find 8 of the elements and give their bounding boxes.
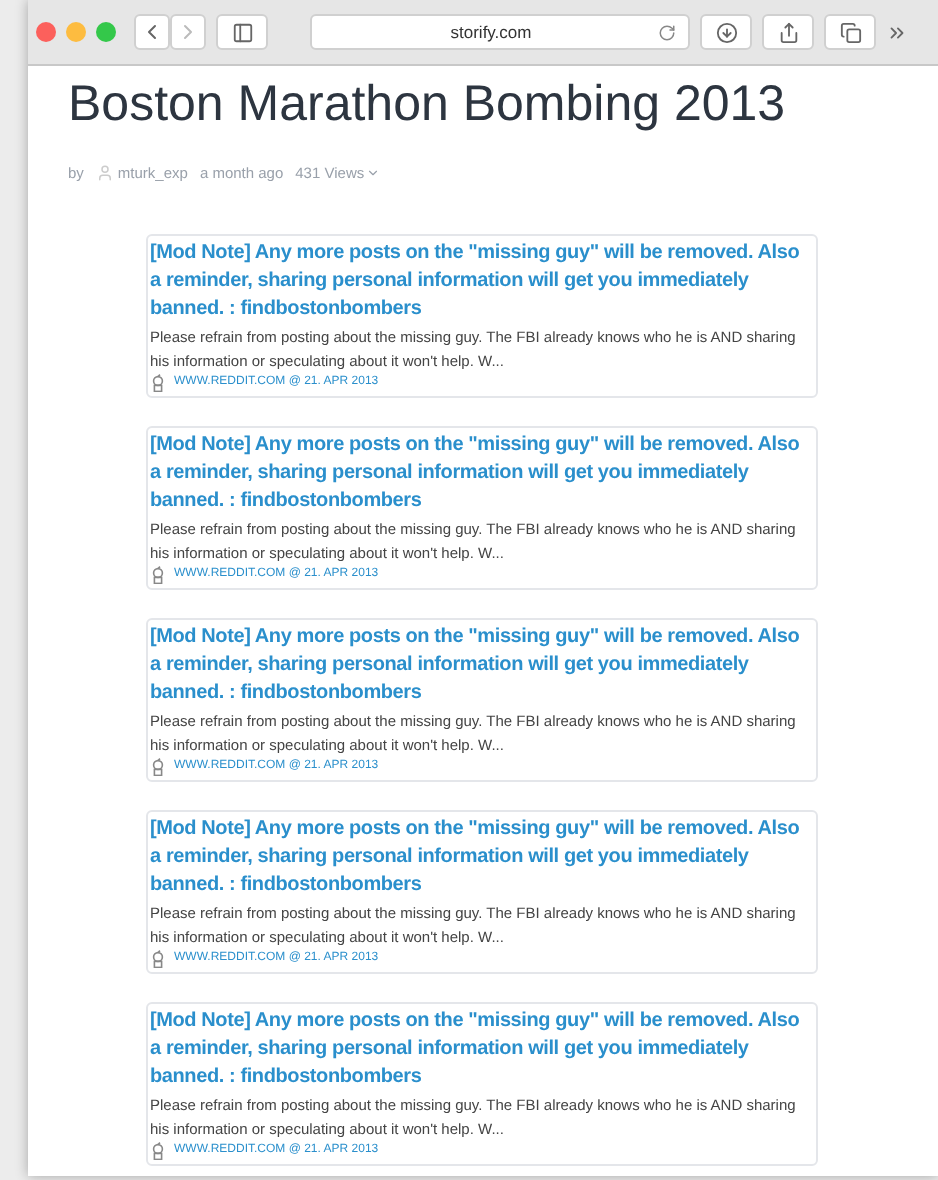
- post-title-link[interactable]: [Mod Note] Any more posts on the "missing guy" will be removed. Also a reminder, sharing personal information will get you immediately banned. : findbostonbombers: [150, 816, 814, 901]
- post-title-link[interactable]: [Mod Note] Any more posts on the "missing guy" will be removed. Also a reminder, sharing personal information will get you immediately banned. : findbostonbombers: [150, 1008, 814, 1093]
- story-title: Boston Marathon Bombing 2013: [68, 74, 788, 134]
- post-title-link[interactable]: [Mod Note] Any more posts on the "missing guy" will be removed. Also a reminder, sharing personal information will get you immediately banned. : findbostonbombers: [150, 240, 814, 325]
- address-bar[interactable]: storify.com: [310, 14, 690, 50]
- post-title-link[interactable]: [Mod Note] Any more posts on the "missing guy" will be removed. Also a reminder, sharing personal information will get you immediately banned. : findbostonbombers: [150, 624, 814, 709]
- post-title-link[interactable]: [Mod Note] Any more posts on the "missing guy" will be removed. Also a reminder, sharing personal information will get you immediately banned. : findbostonbombers: [150, 432, 814, 517]
- address-text: storify.com: [448, 19, 534, 45]
